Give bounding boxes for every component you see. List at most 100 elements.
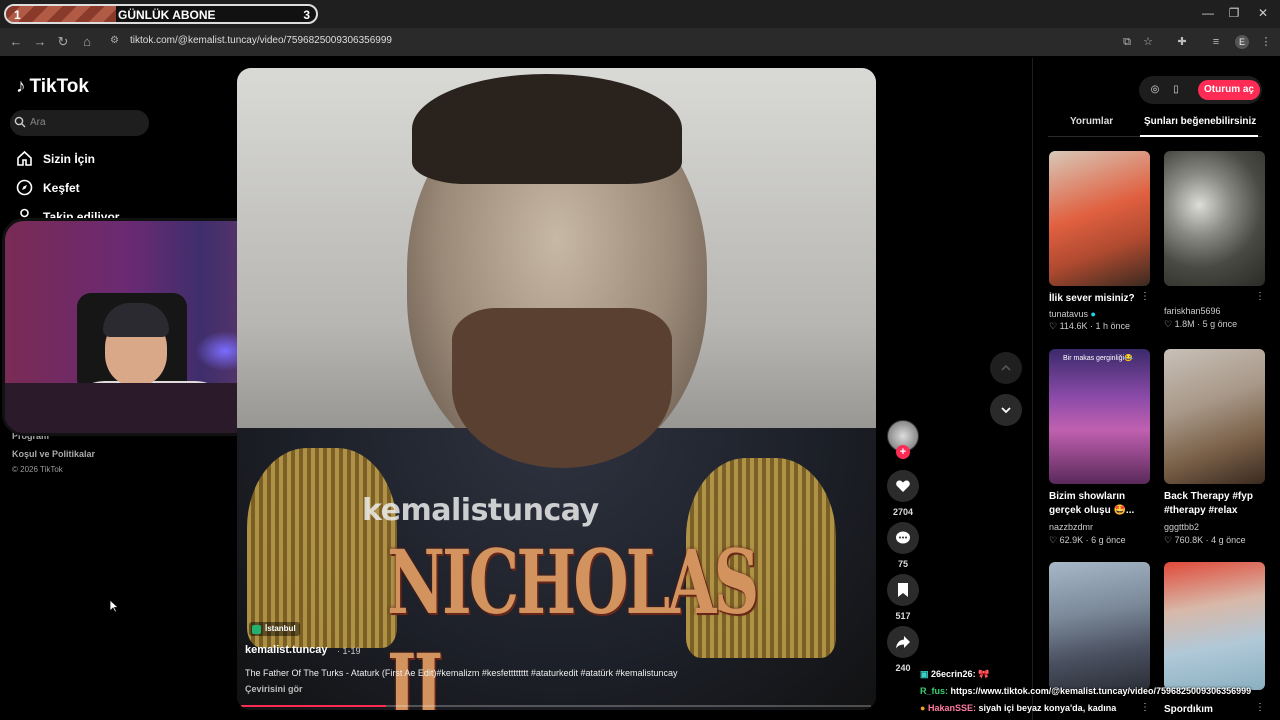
verified-icon: ● — [1090, 309, 1096, 319]
chat-user: R_fus: — [920, 686, 949, 696]
back-icon[interactable]: ← — [8, 34, 24, 50]
video-overlay-title: NICHOLAS II — [387, 530, 759, 710]
location-badge[interactable]: İstanbul — [249, 622, 300, 636]
heart-outline-icon: ♡ — [1049, 321, 1058, 331]
video-player[interactable]: kemalistuncay NICHOLAS II İstanbul kemal… — [237, 68, 876, 710]
tiktok-note-icon: ♪ — [16, 76, 26, 97]
comment-button[interactable] — [887, 522, 919, 554]
extensions-icon[interactable]: ✚ — [1175, 35, 1189, 49]
browser-toolbar: ← → ↻ ⌂ ⚙ tiktok.com/@kemalist.tuncay/vi… — [0, 28, 1280, 56]
maximize-icon[interactable]: ❐ — [1219, 6, 1249, 20]
site-info-icon[interactable]: ⚙ — [110, 35, 119, 46]
chat-message: ▣ 26ecrin26: 🎀 — [920, 669, 989, 680]
video-thumbnail[interactable] — [1049, 562, 1150, 690]
video-thumbnail[interactable] — [1164, 151, 1265, 286]
menu-dots-icon[interactable]: ⋮ — [1259, 35, 1273, 49]
webcam-person-hat — [103, 303, 169, 337]
card-author[interactable]: gggttbb2 — [1164, 522, 1199, 532]
search-input[interactable]: Ara — [10, 110, 149, 136]
save-button[interactable] — [887, 574, 919, 606]
sidebar-item-for-you[interactable]: Sizin İçin — [16, 150, 95, 167]
video-date: · 1-19 — [337, 646, 361, 656]
like-button[interactable] — [887, 470, 919, 502]
previous-video-button[interactable] — [990, 352, 1022, 384]
sidebar-item-label: Keşfet — [43, 180, 80, 195]
card-meta: ♡ 760.8K · 4 g önce — [1164, 535, 1246, 546]
logo-text: TikTok — [29, 76, 89, 97]
card-meta-text: 62.9K · 6 g önce — [1059, 535, 1126, 545]
media-icon[interactable]: ≡ — [1209, 35, 1223, 49]
video-description: The Father Of The Turks - Ataturk (First… — [245, 668, 678, 678]
compass-icon — [16, 179, 33, 196]
chat-badge-icon: ● — [920, 703, 926, 713]
video-watermark: kemalistuncay — [362, 493, 599, 528]
save-count: 517 — [895, 611, 911, 621]
card-author[interactable]: nazzbzdmr — [1049, 522, 1093, 532]
heart-outline-icon: ♡ — [1164, 535, 1173, 545]
video-progress-fill — [241, 705, 386, 707]
forward-icon[interactable]: → — [32, 34, 48, 50]
banner-right-number: 3 — [303, 8, 310, 22]
share-button[interactable] — [887, 626, 919, 658]
more-options-icon[interactable]: ⋮ — [1255, 702, 1265, 713]
chat-text: https://www.tiktok.com/@kemalist.tuncay/… — [950, 686, 1252, 696]
address-bar[interactable]: ⚙ tiktok.com/@kemalist.tuncay/video/7596… — [102, 32, 1162, 52]
comment-count: 75 — [897, 559, 908, 569]
close-icon[interactable]: ✕ — [1248, 6, 1278, 20]
video-epaulet-left — [247, 448, 397, 648]
mobile-app-icon[interactable]: ▯ — [1170, 84, 1182, 96]
thumbnail-overlay-text: Bir makas gerginliği😂 — [1063, 355, 1133, 362]
chat-user: HakanSSE: — [927, 703, 976, 713]
tiktok-logo[interactable]: ♪ TikTok — [16, 76, 89, 98]
install-app-icon[interactable]: ⧉ — [1120, 35, 1134, 49]
card-author[interactable]: fariskhan5696 — [1164, 306, 1221, 316]
chat-text: siyah içi beyaz konya'da, kadına — [978, 703, 1117, 713]
banner-title: GÜNLÜK ABONE — [118, 8, 216, 22]
video-thumbnail[interactable] — [1164, 349, 1265, 484]
reload-icon[interactable]: ↻ — [55, 34, 71, 50]
bookmark-star-icon[interactable]: ☆ — [1141, 35, 1155, 49]
video-thumbnail[interactable] — [1049, 151, 1150, 286]
card-title[interactable]: İlik sever misiniz? — [1049, 292, 1145, 306]
card-title[interactable]: Spordıkım — [1164, 703, 1260, 717]
video-author[interactable]: kemalist.tuncay — [245, 644, 328, 656]
more-options-icon[interactable]: ⋮ — [1255, 291, 1265, 302]
search-placeholder: Ara — [30, 117, 46, 128]
banner-left-number: 1 — [14, 8, 21, 22]
card-meta-text: 114.6K · 1 h önce — [1059, 321, 1130, 331]
card-author[interactable]: tunatavus ● — [1049, 309, 1096, 319]
home-icon — [17, 150, 32, 166]
browser-tabbar: 1 GÜNLÜK ABONE 3 — ❐ ✕ — [0, 0, 1280, 28]
card-author-name: tunatavus — [1049, 309, 1089, 319]
card-title[interactable]: Bizim showların gerçek oluşu 🤩... — [1049, 490, 1145, 518]
more-options-icon[interactable]: ⋮ — [1140, 291, 1150, 302]
tab-you-may-like[interactable]: Şunları beğenebilirsiniz — [1144, 116, 1256, 127]
follow-plus-icon[interactable]: + — [896, 445, 910, 459]
video-thumbnail[interactable] — [1164, 562, 1265, 690]
card-meta: ♡ 1.8M · 5 g önce — [1164, 319, 1237, 330]
home-browser-icon[interactable]: ⌂ — [79, 34, 95, 50]
like-count: 2704 — [892, 507, 914, 517]
video-thumbnail[interactable]: Bir makas gerginliği😂 — [1049, 349, 1150, 484]
location-text: İstanbul — [265, 624, 296, 633]
panel-divider — [1032, 58, 1033, 720]
sidebar-item-explore[interactable]: Keşfet — [16, 179, 80, 196]
copyright-text: © 2026 TikTok — [12, 465, 63, 474]
chevron-up-icon — [1001, 364, 1011, 371]
browser-profile-avatar[interactable]: E — [1235, 35, 1249, 49]
video-progress-bar[interactable] — [241, 705, 871, 707]
heart-outline-icon: ♡ — [1164, 319, 1173, 329]
more-options-icon[interactable]: ⋮ — [1140, 702, 1150, 713]
next-video-button[interactable] — [990, 394, 1022, 426]
card-meta: ♡ 114.6K · 1 h önce — [1049, 321, 1130, 332]
footer-link-terms[interactable]: Koşul ve Politikalar — [12, 449, 95, 459]
card-title[interactable]: Back Therapy #fyp #therapy #relax — [1164, 490, 1260, 518]
chat-badge-icon: ▣ — [920, 669, 929, 679]
tab-comments[interactable]: Yorumlar — [1070, 116, 1113, 127]
mouse-cursor-icon — [109, 599, 119, 613]
discover-compass-icon[interactable]: ◎ — [1149, 84, 1161, 96]
comment-icon — [896, 531, 910, 544]
translate-link[interactable]: Çevirisini gör — [245, 684, 303, 694]
url-text: tiktok.com/@kemalist.tuncay/video/759682… — [130, 35, 392, 46]
login-button[interactable]: Oturum aç — [1198, 80, 1260, 100]
